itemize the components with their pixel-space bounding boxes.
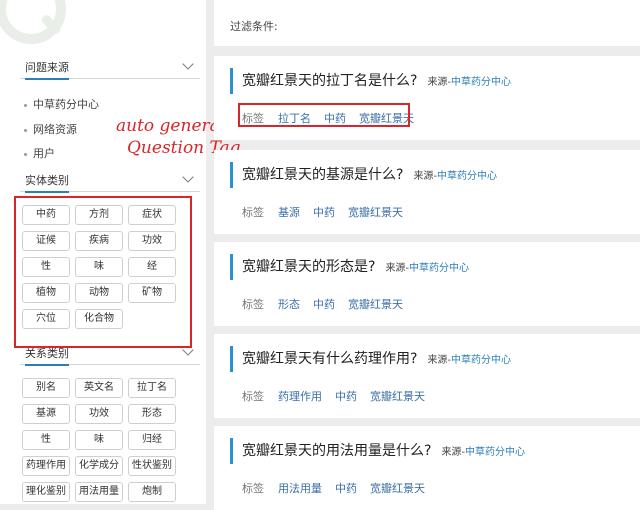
tag-label: 标签 (242, 298, 264, 311)
source-label: 来源- (385, 263, 410, 274)
accent-bar (230, 162, 233, 188)
category-tag-button[interactable]: 形态 (128, 404, 176, 424)
tag-row: 标签 用法用量 中药 宽瓣红景天 (242, 480, 438, 496)
category-tag-button[interactable]: 归经 (128, 430, 176, 450)
tag-label: 标签 (242, 206, 264, 219)
source-link[interactable]: 中草药分中心 (451, 77, 511, 88)
question-text: 宽瓣红景天有什么药理作用? (242, 351, 418, 367)
category-tag-button[interactable]: 别名 (22, 378, 70, 398)
sidebar: 问题来源 中草药分中心 网络资源 用户 实体类别 中药 方剂 症状 证候 疾病 功效性味经… (0, 0, 206, 504)
category-tag-button[interactable]: 拉丁名 (128, 378, 176, 398)
question-source: 来源-中草药分中心 (441, 447, 525, 458)
tag-row: 标签 形态 中药 宽瓣红景天 (242, 296, 416, 312)
category-tag-button[interactable]: 功效 (75, 404, 123, 424)
chevron-down-icon[interactable] (182, 171, 194, 183)
question-card: 宽瓣红景天的用法用量是什么? 来源-中草药分中心标签 用法用量 中药 宽瓣红景天 (214, 426, 640, 510)
section-title: 实体类别 (25, 172, 69, 193)
accent-bar (230, 68, 233, 94)
section-header-relation[interactable]: 关系类别 (20, 342, 200, 366)
question-tag[interactable]: 中药 (313, 206, 335, 219)
question-text: 宽瓣红景天的形态是? (242, 259, 376, 275)
question-title[interactable]: 宽瓣红景天的拉丁名是什么? 来源-中草药分中心 (242, 70, 511, 90)
question-text: 宽瓣红景天的用法用量是什么? (242, 443, 432, 459)
category-tag-button[interactable]: 炮制 (128, 482, 176, 502)
source-item-label: 用户 (33, 147, 55, 160)
tag-row: 标签 药理作用 中药 宽瓣红景天 (242, 388, 438, 404)
source-link[interactable]: 中草药分中心 (465, 447, 525, 458)
chevron-down-icon[interactable] (182, 58, 194, 70)
filter-label: 过滤条件: (230, 20, 278, 33)
section-title: 关系类别 (25, 345, 69, 366)
source-label: 来源- (427, 77, 452, 88)
question-tag[interactable]: 宽瓣红景天 (348, 206, 403, 219)
question-text: 宽瓣红景天的基源是什么? (242, 167, 404, 183)
tag-label: 标签 (242, 390, 264, 403)
question-tag[interactable]: 中药 (313, 298, 335, 311)
question-card: 宽瓣红景天的基源是什么? 来源-中草药分中心标签 基源 中药 宽瓣红景天 (214, 150, 640, 234)
source-item[interactable]: 中草药分中心 (24, 96, 99, 112)
question-tag[interactable]: 用法用量 (278, 482, 322, 495)
question-source: 来源-中草药分中心 (413, 171, 497, 182)
question-title[interactable]: 宽瓣红景天的用法用量是什么? 来源-中草药分中心 (242, 440, 525, 460)
question-source: 来源-中草药分中心 (385, 263, 469, 274)
question-tag[interactable]: 形态 (278, 298, 300, 311)
question-tag[interactable]: 基源 (278, 206, 300, 219)
category-tag-button[interactable]: 性状鉴别 (128, 456, 176, 476)
accent-bar (230, 346, 233, 372)
category-tag-button[interactable]: 英文名 (75, 378, 123, 398)
source-link[interactable]: 中草药分中心 (451, 355, 511, 366)
highlight-box (238, 103, 410, 127)
question-tag[interactable]: 中药 (335, 390, 357, 403)
source-label: 来源- (413, 171, 438, 182)
accent-bar (230, 438, 233, 464)
source-link[interactable]: 中草药分中心 (409, 263, 469, 274)
category-tag-button[interactable]: 味 (75, 430, 123, 450)
question-card: 宽瓣红景天有什么药理作用? 来源-中草药分中心标签 药理作用 中药 宽瓣红景天 (214, 334, 640, 418)
chevron-down-icon[interactable] (182, 344, 194, 356)
source-item-label: 中草药分中心 (33, 98, 99, 111)
question-text: 宽瓣红景天的拉丁名是什么? (242, 73, 418, 89)
highlight-box (14, 196, 192, 348)
tag-label: 标签 (242, 482, 264, 495)
category-tag-button[interactable]: 基源 (22, 404, 70, 424)
category-tag-button[interactable]: 理化鉴别 (22, 482, 70, 502)
question-tag[interactable]: 药理作用 (278, 390, 322, 403)
question-source: 来源-中草药分中心 (427, 355, 511, 366)
question-title[interactable]: 宽瓣红景天的形态是? 来源-中草药分中心 (242, 256, 469, 276)
section-header-entity[interactable]: 实体类别 (20, 169, 200, 193)
source-item-label: 网络资源 (33, 123, 77, 136)
section-header-source[interactable]: 问题来源 (20, 56, 200, 80)
source-item[interactable]: 用户 (24, 145, 55, 161)
question-tag[interactable]: 中药 (335, 482, 357, 495)
question-card: 宽瓣红景天的形态是? 来源-中草药分中心标签 形态 中药 宽瓣红景天 (214, 242, 640, 326)
question-source: 来源-中草药分中心 (427, 77, 511, 88)
category-tag-button[interactable]: 用法用量 (75, 482, 123, 502)
question-tag[interactable]: 宽瓣红景天 (370, 482, 425, 495)
source-item[interactable]: 网络资源 (24, 121, 77, 137)
category-tag-button[interactable]: 化学成分 (75, 456, 123, 476)
question-card: 宽瓣红景天的拉丁名是什么? 来源-中草药分中心 标签 拉丁名 中药 宽瓣红景天 (214, 56, 640, 140)
question-title[interactable]: 宽瓣红景天有什么药理作用? 来源-中草药分中心 (242, 348, 511, 368)
question-tag[interactable]: 宽瓣红景天 (348, 298, 403, 311)
source-label: 来源- (427, 355, 452, 366)
tag-row: 标签 基源 中药 宽瓣红景天 (242, 204, 416, 220)
accent-bar (230, 254, 233, 280)
source-link[interactable]: 中草药分中心 (437, 171, 497, 182)
category-tag-button[interactable]: 药理作用 (22, 456, 70, 476)
section-title: 问题来源 (25, 59, 69, 80)
filter-bar: 过滤条件: (214, 0, 640, 46)
category-tag-button[interactable]: 性 (22, 430, 70, 450)
question-tag[interactable]: 宽瓣红景天 (370, 390, 425, 403)
source-label: 来源- (441, 447, 466, 458)
question-title[interactable]: 宽瓣红景天的基源是什么? 来源-中草药分中心 (242, 164, 497, 184)
